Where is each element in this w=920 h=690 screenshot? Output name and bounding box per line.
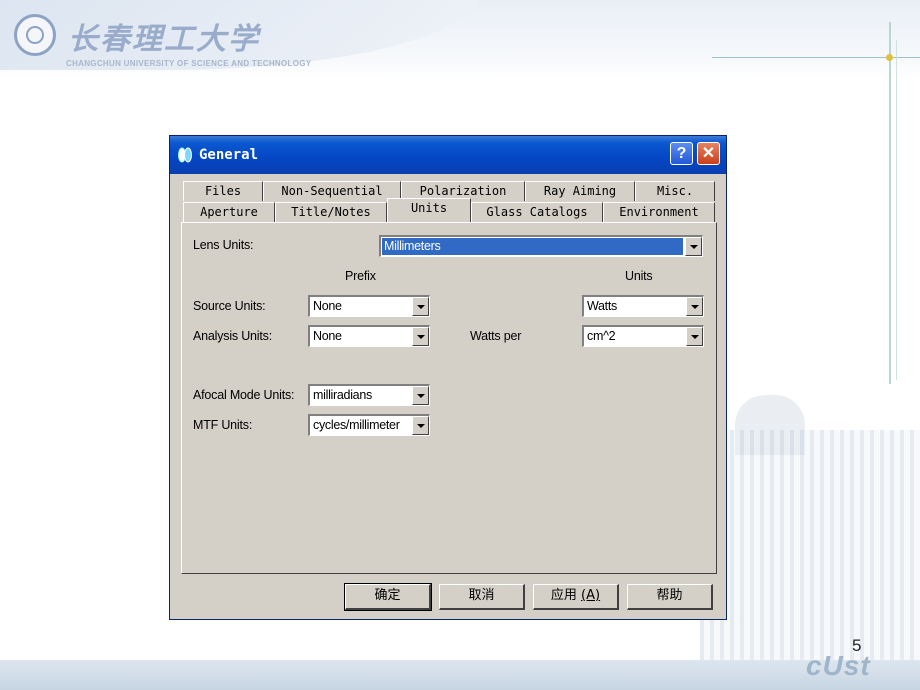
dialog-client: Files Non-Sequential Polarization Ray Ai… (173, 174, 723, 617)
tab-units[interactable]: Units (387, 198, 471, 222)
university-name-cn: 长春理工大学 (68, 22, 260, 57)
chevron-down-icon[interactable] (412, 327, 429, 346)
analysis-units-value: cm^2 (587, 329, 616, 343)
chevron-down-icon[interactable] (412, 297, 429, 316)
tab-glass-catalogs[interactable]: Glass Catalogs (471, 202, 603, 222)
help-icon[interactable]: ? (670, 142, 693, 165)
tab-ray-aiming[interactable]: Ray Aiming (525, 181, 635, 201)
tab-aperture[interactable]: Aperture (183, 202, 275, 222)
dialog-title: General (199, 147, 259, 163)
analysis-prefix-value: None (313, 329, 342, 343)
source-prefix-select[interactable]: None (308, 295, 430, 317)
tab-title-notes[interactable]: Title/Notes (275, 202, 387, 222)
university-name-en: CHANGCHUN UNIVERSITY OF SCIENCE AND TECH… (66, 59, 312, 68)
units-header: Units (625, 269, 653, 283)
mtf-units-value: cycles/millimeter (313, 418, 400, 432)
mtf-units-select[interactable]: cycles/millimeter (308, 414, 430, 436)
afocal-mode-units-label: Afocal Mode Units: (193, 388, 295, 402)
slide-footer (0, 660, 920, 690)
analysis-prefix-select[interactable]: None (308, 325, 430, 347)
afocal-mode-units-select[interactable]: milliradians (308, 384, 430, 406)
source-prefix-value: None (313, 299, 342, 313)
tab-environment[interactable]: Environment (603, 202, 715, 222)
watts-per-label: Watts per (470, 329, 522, 343)
lens-units-select[interactable]: Millimeters (379, 235, 703, 257)
chevron-down-icon[interactable] (412, 386, 429, 405)
chevron-down-icon[interactable] (412, 416, 429, 435)
apply-accelerator: (A) (581, 588, 601, 603)
afocal-mode-units-value: milliradians (313, 388, 372, 402)
dialog-titlebar[interactable]: General ? ✕ (170, 136, 726, 174)
building-watermark (700, 430, 920, 660)
apply-button-label: 应用 (550, 588, 577, 603)
lens-units-label: Lens Units: (193, 238, 254, 252)
decor-vertical-line-2 (896, 40, 897, 380)
chevron-down-icon[interactable] (686, 327, 703, 346)
chevron-down-icon[interactable] (685, 237, 702, 256)
general-dialog: General ? ✕ Files Non-Sequential Polariz… (169, 135, 727, 620)
footer-logo-text: cUst (806, 650, 871, 681)
university-seal-icon (14, 14, 56, 56)
footer-logo: cUst (806, 650, 871, 682)
decor-vertical-line (889, 22, 891, 384)
analysis-units-select[interactable]: cm^2 (582, 325, 704, 347)
source-units-select[interactable]: Watts (582, 295, 704, 317)
help-button[interactable]: 帮助 (627, 584, 713, 610)
tab-files[interactable]: Files (183, 181, 263, 201)
close-icon[interactable]: ✕ (697, 142, 720, 165)
mtf-units-label: MTF Units: (193, 418, 253, 432)
chevron-down-icon[interactable] (686, 297, 703, 316)
zemax-app-icon (178, 147, 192, 163)
apply-button[interactable]: 应用 (A) (533, 584, 619, 610)
analysis-units-label: Analysis Units: (193, 329, 272, 343)
source-units-label: Source Units: (193, 299, 266, 313)
prefix-header: Prefix (345, 269, 376, 283)
lens-units-value: Millimeters (382, 238, 683, 255)
decor-dot (886, 54, 893, 61)
tab-non-sequential[interactable]: Non-Sequential (263, 181, 401, 201)
tab-misc[interactable]: Misc. (635, 181, 715, 201)
ok-button[interactable]: 确定 (344, 583, 432, 611)
cancel-button[interactable]: 取消 (439, 584, 525, 610)
source-units-value: Watts (587, 299, 617, 313)
